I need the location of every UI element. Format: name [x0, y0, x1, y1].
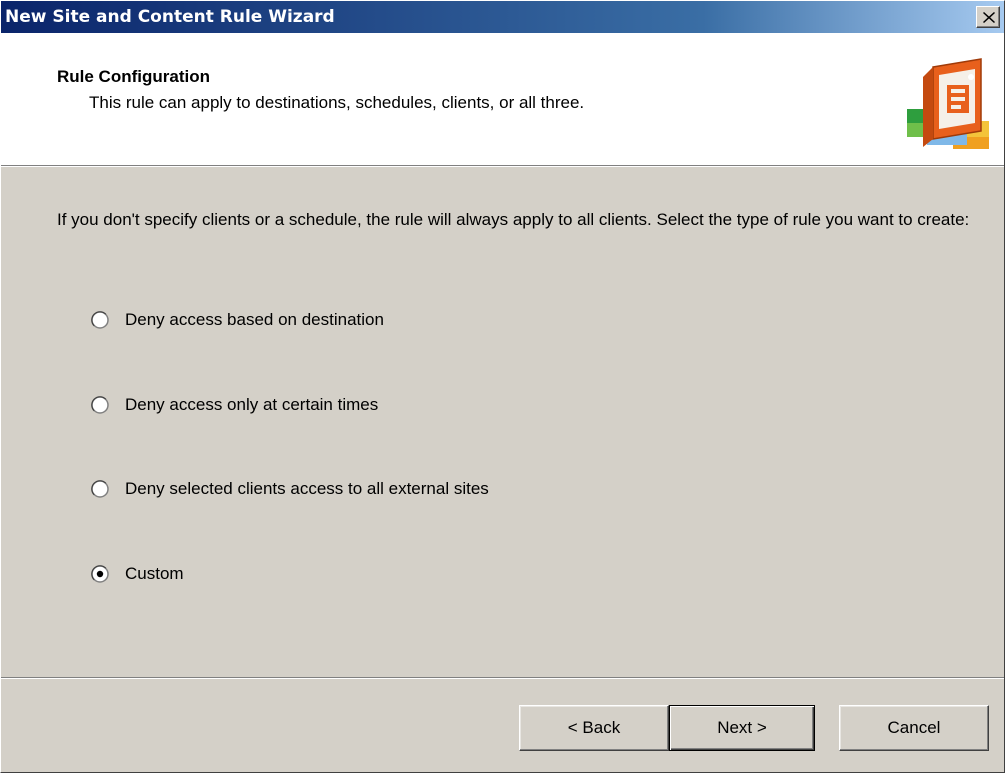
radio-deny-times[interactable]: Deny access only at certain times: [91, 393, 378, 417]
header-panel: Rule Configuration This rule can apply t…: [1, 33, 1004, 165]
radio-label-deny-clients[interactable]: Deny selected clients access to all exte…: [125, 479, 489, 499]
radio-label-deny-destination[interactable]: Deny access based on destination: [125, 310, 384, 330]
radio-deny-clients[interactable]: Deny selected clients access to all exte…: [91, 477, 489, 501]
radio-deny-destination[interactable]: Deny access based on destination: [91, 308, 384, 332]
back-button[interactable]: < Back: [519, 705, 669, 751]
page-subtitle: This rule can apply to destinations, sch…: [89, 93, 585, 112]
close-icon: [983, 12, 995, 23]
back-button-label: < Back: [567, 718, 621, 737]
radio-label-deny-times[interactable]: Deny access only at certain times: [125, 395, 378, 415]
page-title: Rule Configuration: [57, 67, 210, 86]
radio-button-icon[interactable]: [91, 480, 109, 498]
header-divider: [1, 165, 1004, 167]
next-button[interactable]: Next >: [669, 705, 815, 751]
cancel-button[interactable]: Cancel: [839, 705, 989, 751]
title-bar[interactable]: New Site and Content Rule Wizard: [1, 1, 1004, 33]
radio-button-icon[interactable]: [91, 311, 109, 329]
close-button[interactable]: [976, 6, 1000, 28]
wizard-window: New Site and Content Rule Wizard Rule Co…: [0, 0, 1005, 773]
radio-label-custom[interactable]: Custom: [125, 564, 184, 584]
instructions-text: If you don't specify clients or a schedu…: [57, 210, 970, 229]
radio-custom[interactable]: Custom: [91, 562, 184, 586]
radio-button-icon[interactable]: [91, 396, 109, 414]
window-title: New Site and Content Rule Wizard: [5, 7, 335, 27]
wizard-rule-icon: [907, 58, 989, 149]
footer-divider: [1, 677, 1004, 679]
radio-selected-icon[interactable]: [91, 565, 109, 583]
next-button-label: Next >: [717, 718, 767, 737]
cancel-button-label: Cancel: [887, 718, 941, 737]
